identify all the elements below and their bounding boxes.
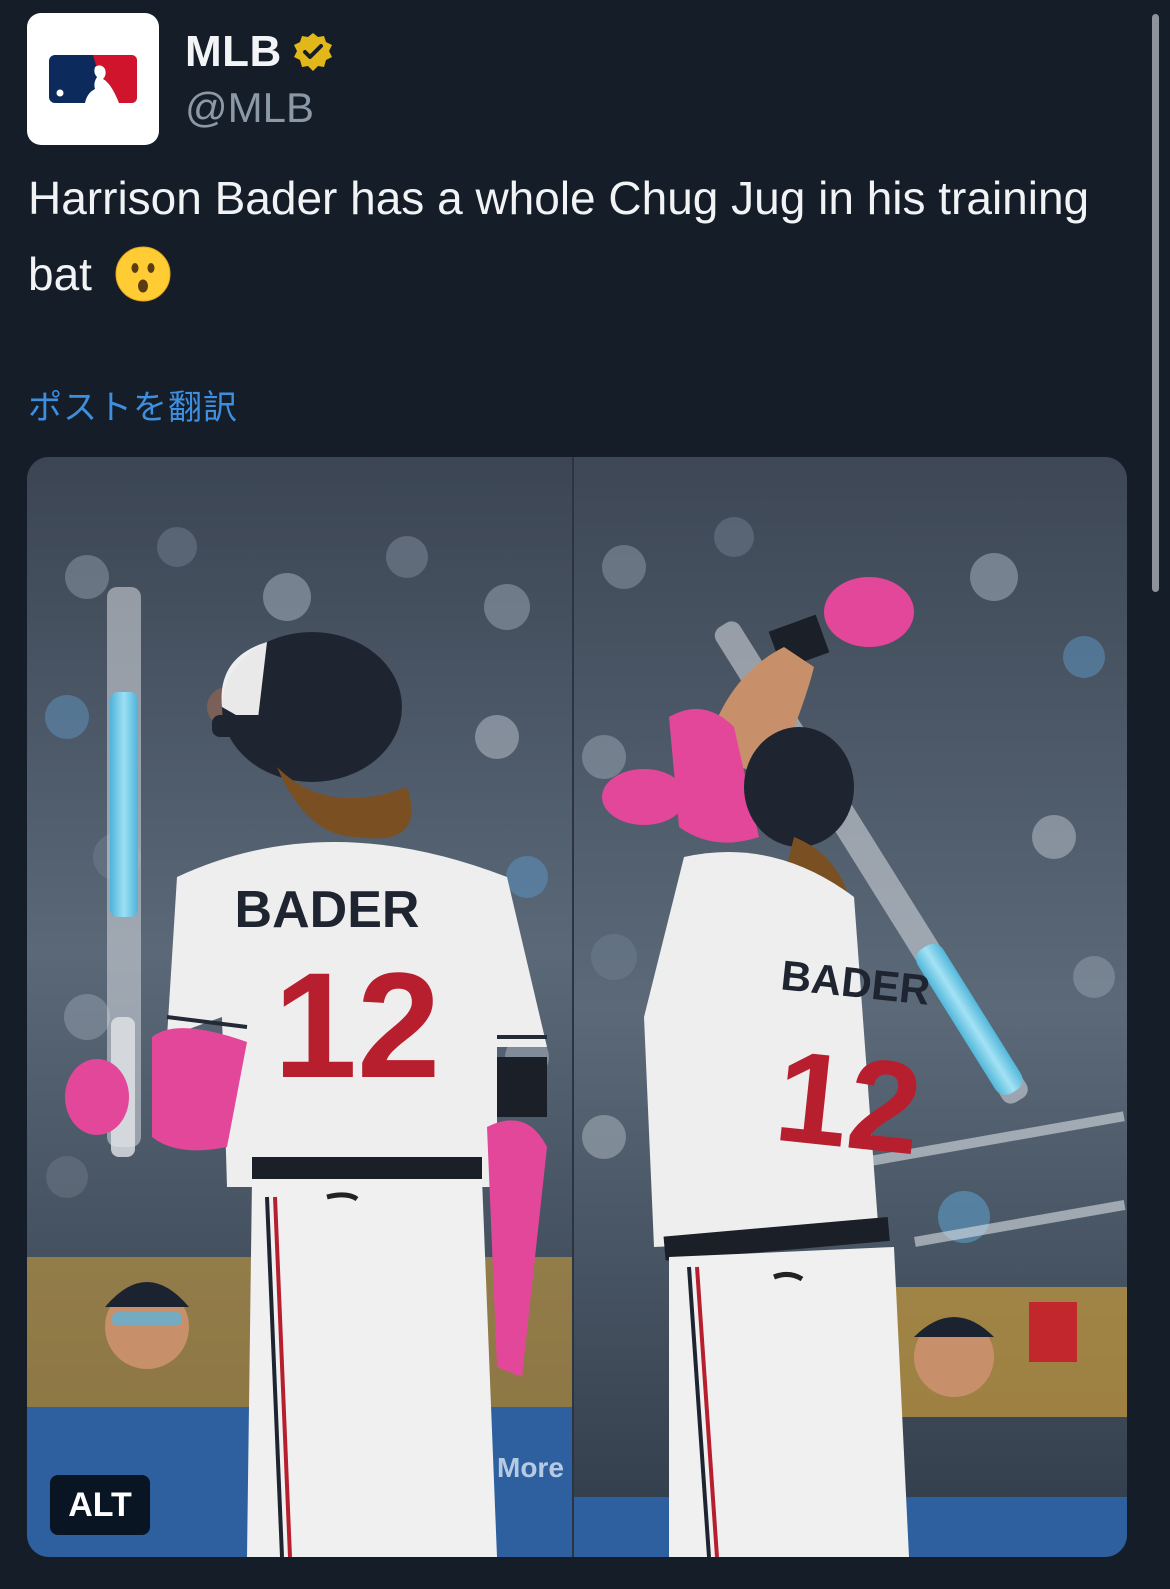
tweet-text-content: Harrison Bader has a whole Chug Jug in h… xyxy=(28,172,1090,300)
photo-right[interactable]: BADER 12 xyxy=(574,457,1127,1557)
alt-text-badge[interactable]: ALT xyxy=(50,1475,150,1535)
photo-left[interactable]: More Sa BADER 12 xyxy=(27,457,572,1557)
face-with-open-mouth-emoji xyxy=(115,246,171,302)
jersey-number-right: 12 xyxy=(769,1022,928,1182)
verified-badge-icon xyxy=(293,33,332,71)
translate-post-link[interactable]: ポストを翻訳 xyxy=(28,380,238,429)
author-handle[interactable]: @MLB xyxy=(185,84,314,132)
avatar[interactable] xyxy=(27,13,159,145)
media-grid[interactable]: More Sa BADER 12 xyxy=(27,457,1127,1557)
scrollbar[interactable] xyxy=(1152,14,1159,592)
svg-text:More Sa: More Sa xyxy=(497,1452,572,1483)
author-display-name[interactable]: MLB xyxy=(185,27,282,77)
jersey-number-left: 12 xyxy=(274,941,441,1109)
author-name-row: MLB xyxy=(185,26,334,78)
jersey-name-left: BADER xyxy=(235,881,420,939)
tweet-text: Harrison Bader has a whole Chug Jug in h… xyxy=(28,160,1118,312)
mlb-logo-icon xyxy=(49,55,137,103)
